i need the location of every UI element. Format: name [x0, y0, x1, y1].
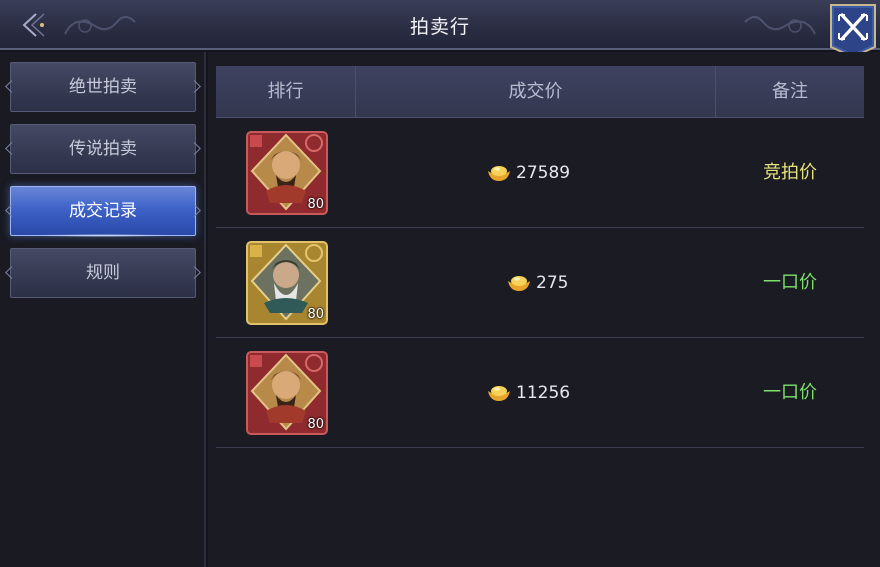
tab-transaction-records[interactable]: 成交记录: [10, 186, 196, 237]
table-row: 80 11256 一口价: [216, 338, 864, 448]
price-value: 275: [536, 273, 569, 293]
hero-item-icon[interactable]: 80: [246, 131, 328, 215]
tab-label: 绝世拍卖: [69, 77, 137, 97]
tab-label: 规则: [86, 263, 120, 283]
hero-item-icon[interactable]: 80: [246, 241, 328, 325]
item-level: 80: [307, 197, 324, 212]
close-button[interactable]: [828, 3, 878, 59]
hero-item-icon[interactable]: 80: [246, 351, 328, 435]
page-title: 拍卖行: [409, 16, 470, 38]
column-header-note: 备注: [772, 81, 808, 102]
tab-peerless-auction[interactable]: 绝世拍卖: [10, 62, 196, 112]
price-type-note: 一口价: [763, 382, 817, 403]
gold-ingot-icon: [488, 166, 510, 181]
gold-ingot-icon: [508, 276, 530, 291]
title-bar: 拍卖行: [0, 0, 880, 59]
records-panel: 排行 成交价 备注 80 27589 竞拍价 80 275 一口价 80 112…: [208, 52, 880, 567]
column-header-price: 成交价: [356, 66, 716, 118]
tab-legend-auction[interactable]: 传说拍卖: [10, 124, 196, 174]
transaction-price: 275: [506, 228, 568, 338]
gold-ingot-icon: [488, 386, 510, 401]
price-value: 27589: [516, 163, 571, 183]
tab-rules[interactable]: 规则: [10, 248, 196, 298]
transaction-price: 27589: [486, 118, 570, 228]
table-row: 80 27589 竞拍价: [216, 118, 864, 228]
transaction-price: 11256: [486, 338, 570, 448]
price-type-note: 一口价: [763, 272, 817, 293]
price-type-note: 竞拍价: [763, 162, 817, 183]
close-x-icon: [830, 4, 876, 59]
tab-label: 传说拍卖: [69, 139, 137, 159]
sidebar: 绝世拍卖 传说拍卖 成交记录 规则: [0, 52, 206, 567]
item-level: 80: [307, 417, 324, 432]
price-value: 11256: [516, 383, 571, 403]
table-row: 80 275 一口价: [216, 228, 864, 338]
tab-label: 成交记录: [69, 201, 137, 221]
active-tab-glow: [31, 234, 175, 237]
column-header-rank: 排行: [216, 66, 356, 118]
table-header: 排行 成交价 备注: [216, 66, 864, 118]
item-level: 80: [307, 307, 324, 322]
